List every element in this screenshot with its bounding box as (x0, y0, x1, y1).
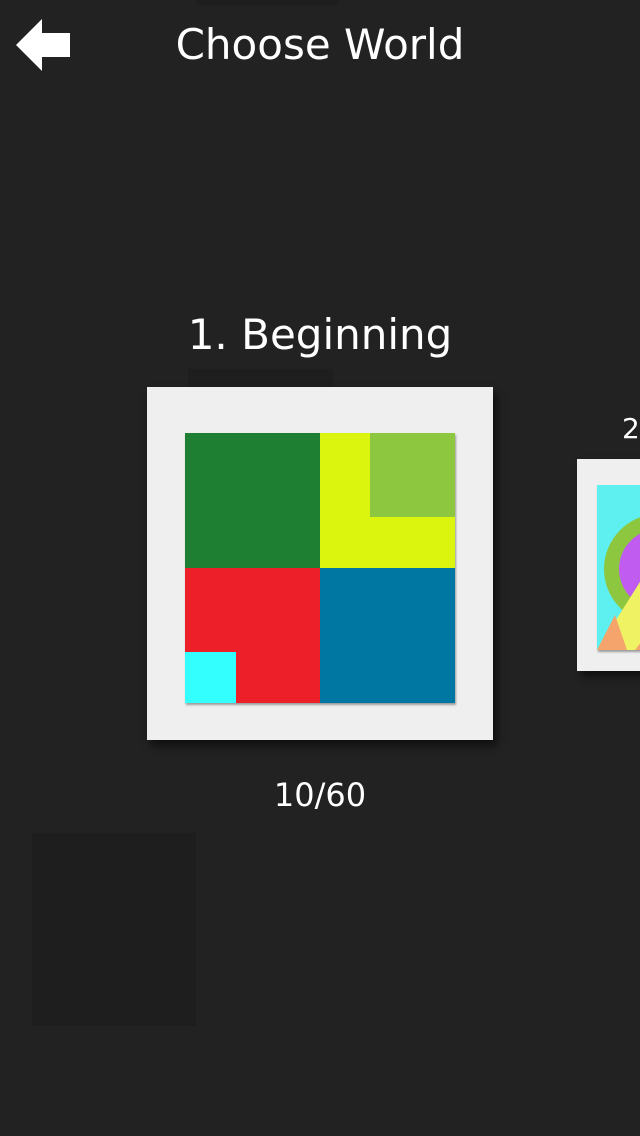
world-select-screen: Choose World 1. Beginning 10/60 2. (0, 0, 640, 1136)
world-thumbnail (185, 433, 455, 703)
world-progress: 10/60 (273, 776, 367, 814)
world-thumbnail (597, 485, 640, 650)
world-title: 1. Beginning (187, 310, 453, 359)
thumb-block-top-left (185, 433, 320, 568)
top-shade (196, 0, 338, 5)
world-card-beginning[interactable] (147, 387, 493, 740)
thumb-block-bottom-right (320, 568, 455, 703)
page-title: Choose World (175, 20, 465, 69)
thumb-block-top-right-inner (370, 433, 455, 517)
world-card-2[interactable] (577, 459, 640, 671)
world-title: 2. (622, 412, 640, 445)
bottom-left-placeholder (32, 833, 196, 1026)
thumb-block-bottom-left-inner (185, 652, 236, 703)
